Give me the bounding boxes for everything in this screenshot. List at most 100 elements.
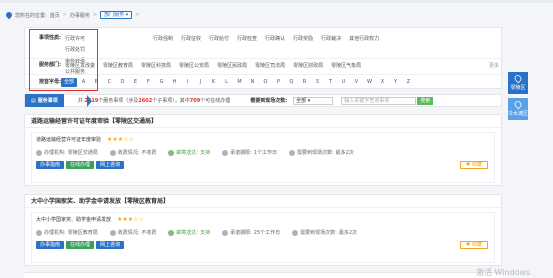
breadcrumb-dept-dropdown[interactable]: 部门服务 ▾ xyxy=(100,11,133,19)
breadcrumb-separator-icon: > xyxy=(135,12,140,18)
list-icon: ▤ xyxy=(31,97,36,104)
letter-q-button[interactable]: Q xyxy=(285,78,298,87)
breadcrumb-location-label: 您所在的位置: xyxy=(15,12,47,19)
service-card-body: 道路运输经营许可证年度审验 ★★★☆☆ 办理机构: 零陵区交通局 收费情况: 不收费… xyxy=(31,132,495,183)
service-card-sub: 大中小学国家奖、助学金申请发放 ★★★☆☆ xyxy=(36,216,490,223)
letter-c-button[interactable]: C xyxy=(103,78,116,87)
side-button-lengshuitan-label: 冷水滩区 xyxy=(508,111,529,117)
letter-x-button[interactable]: X xyxy=(376,78,389,87)
side-button-lingling[interactable]: 零陵区 xyxy=(508,72,528,94)
letter-n-button[interactable]: N xyxy=(246,78,259,87)
info-mail: 邮寄送达: 支持 xyxy=(168,229,210,236)
visits-select[interactable]: 全部 ▾ xyxy=(293,96,334,105)
filter-item-xzgf[interactable]: 行政给付 xyxy=(205,34,233,44)
consult-button[interactable]: 网上咨询 xyxy=(96,241,125,249)
clock-icon xyxy=(222,149,229,156)
dept-item-1[interactable]: 零陵区教育局 xyxy=(99,61,137,71)
windows-activation-watermark: 激活 Windows xyxy=(476,268,531,277)
letter-z-button[interactable]: Z xyxy=(402,78,415,87)
filter-item-qtxzql[interactable]: 其他行政权力 xyxy=(345,34,383,44)
filter-item-xzqz[interactable]: 行政强制 xyxy=(149,34,177,44)
guide-button[interactable]: 办事指南 xyxy=(36,241,65,249)
dept-item-2[interactable]: 零陵区科技局 xyxy=(137,61,175,71)
side-button-lengshuitan[interactable]: 冷水滩区 xyxy=(508,98,528,120)
location-pin-icon xyxy=(513,99,523,110)
stats-sub-total: 2602 xyxy=(138,98,153,104)
service-info-row: 办理机构: 零陵区交通局 收费情况: 不收费 邮寄送达: 支持 承诺期限: 1个工作日 … xyxy=(36,149,490,156)
letter-o-button[interactable]: O xyxy=(259,78,272,87)
letter-l-button[interactable]: L xyxy=(220,78,233,87)
service-card-title[interactable]: 道路运输经营许可证年度审验【零陵区交通局】 xyxy=(25,115,501,128)
search-input[interactable]: 输入关键字查询事项 xyxy=(341,96,417,105)
highlight-box xyxy=(29,29,98,91)
visits-sort-label: 需要到现场次数: xyxy=(250,98,288,104)
filter-item-xzjc[interactable]: 行政检查 xyxy=(233,34,261,44)
info-visits: 需要到现场次数: 最多2次 xyxy=(288,149,354,156)
guide-button[interactable]: 办事指南 xyxy=(36,161,65,169)
letter-r-button[interactable]: R xyxy=(298,78,311,87)
consult-button[interactable]: 网上咨询 xyxy=(96,161,125,169)
building-icon xyxy=(36,229,42,236)
online-apply-button[interactable]: 在线办理 xyxy=(66,241,95,249)
dept-item-3[interactable]: 零陵区公安局 xyxy=(175,61,213,71)
search-button[interactable]: 搜索 xyxy=(417,96,434,105)
letter-g-button[interactable]: G xyxy=(155,78,168,87)
service-sub-title[interactable]: 大中小学国家奖、助学金申请发放 xyxy=(36,216,111,223)
letter-f-button[interactable]: F xyxy=(142,78,155,87)
letter-h-button[interactable]: H xyxy=(168,78,181,87)
filter-item-xzcj[interactable]: 行政裁决 xyxy=(317,34,345,44)
filter-item-xzjl[interactable]: 行政奖励 xyxy=(289,34,317,44)
money-icon xyxy=(109,149,116,156)
letter-e-button[interactable]: E xyxy=(129,78,142,87)
letter-u-button[interactable]: U xyxy=(337,78,350,87)
info-visits: 需要到现场次数: 最多2次 xyxy=(292,229,357,236)
info-fee: 收费情况: 不收费 xyxy=(109,229,156,236)
online-apply-button[interactable]: 在线办理 xyxy=(66,161,95,169)
letter-d-button[interactable]: D xyxy=(116,78,129,87)
dept-more-button[interactable]: 更多 xyxy=(489,62,499,69)
next-card-partial xyxy=(24,272,502,278)
stats-not-online: 709 xyxy=(189,98,201,104)
letter-list: 全部 A B C D E F G H I J K L M N O P Q R S T U V W X Y Z xyxy=(61,78,415,87)
letter-w-button[interactable]: W xyxy=(363,78,376,87)
services-tag: ▤ 服务事项 xyxy=(25,94,64,107)
letter-s-button[interactable]: S xyxy=(311,78,324,87)
breadcrumb-separator-icon: > xyxy=(62,12,67,18)
dept-item-5[interactable]: 零陵区司法局 xyxy=(251,61,289,71)
letter-y-button[interactable]: Y xyxy=(389,78,402,87)
service-sub-title[interactable]: 道路运输经营许可证年度审验 xyxy=(36,136,101,143)
filter-item-xzzs[interactable]: 行政征收 xyxy=(177,34,205,44)
letter-m-button[interactable]: M xyxy=(233,78,246,87)
service-card-title[interactable]: 大中小学国家奖、助学金申请发放【零陵区教育局】 xyxy=(25,195,501,208)
service-card-sub: 道路运输经营许可证年度审验 ★★★☆☆ xyxy=(36,136,490,143)
dept-item-7[interactable]: 零陵区气象局 xyxy=(327,61,365,71)
info-agency: 办理机构: 零陵区交通局 xyxy=(36,149,98,156)
letter-p-button[interactable]: P xyxy=(272,78,285,87)
letter-v-button[interactable]: V xyxy=(350,78,363,87)
mail-icon xyxy=(168,229,175,236)
building-icon xyxy=(36,149,42,156)
location-pin-icon xyxy=(513,73,523,84)
letter-i-button[interactable]: I xyxy=(181,78,194,87)
favorite-button[interactable]: ♥ 收藏 xyxy=(459,241,488,249)
top-strip xyxy=(0,0,553,3)
breadcrumb-services[interactable]: 办事服务 xyxy=(70,12,90,19)
letter-j-button[interactable]: J xyxy=(194,78,207,87)
service-card-body: 大中小学国家奖、助学金申请发放 ★★★☆☆ 办理机构: 零陵区教育局 收费情况: 不… xyxy=(31,212,495,263)
results-toolbar: ▤ 服务事项 共 2419个服务事项（涉及2602个子事项），其中709个可在线… xyxy=(24,94,502,107)
filter-department-items: 零陵区发改委 零陵区教育局 零陵区科技局 零陵区公安局 零陵区民政局 零陵区司法… xyxy=(61,61,365,71)
stats-prefix: 共 xyxy=(77,98,83,104)
letter-k-button[interactable]: K xyxy=(207,78,220,87)
favorite-button[interactable]: ♥ 收藏 xyxy=(459,161,488,169)
filter-category-items-right: 行政强制 行政征收 行政给付 行政检查 行政确认 行政奖励 行政裁决 其他行政权… xyxy=(149,34,383,44)
breadcrumb: 您所在的位置: 首页 > 办事服务 > 部门服务 ▾ > xyxy=(6,10,139,20)
location-pin-icon xyxy=(6,12,12,19)
filter-item-xzqr[interactable]: 行政确认 xyxy=(261,34,289,44)
letter-t-button[interactable]: T xyxy=(324,78,337,87)
dept-item-4[interactable]: 零陵区民政局 xyxy=(213,61,251,71)
results-stats: 共 2419个服务事项（涉及2602个子事项），其中709个可在线办理 xyxy=(78,97,230,104)
service-actions: 办事指南 在线办理 网上咨询 xyxy=(36,241,125,249)
breadcrumb-home[interactable]: 首页 xyxy=(50,12,60,19)
info-agency: 办理机构: 零陵区教育局 xyxy=(36,229,98,236)
dept-item-6[interactable]: 零陵区财政局 xyxy=(289,61,327,71)
